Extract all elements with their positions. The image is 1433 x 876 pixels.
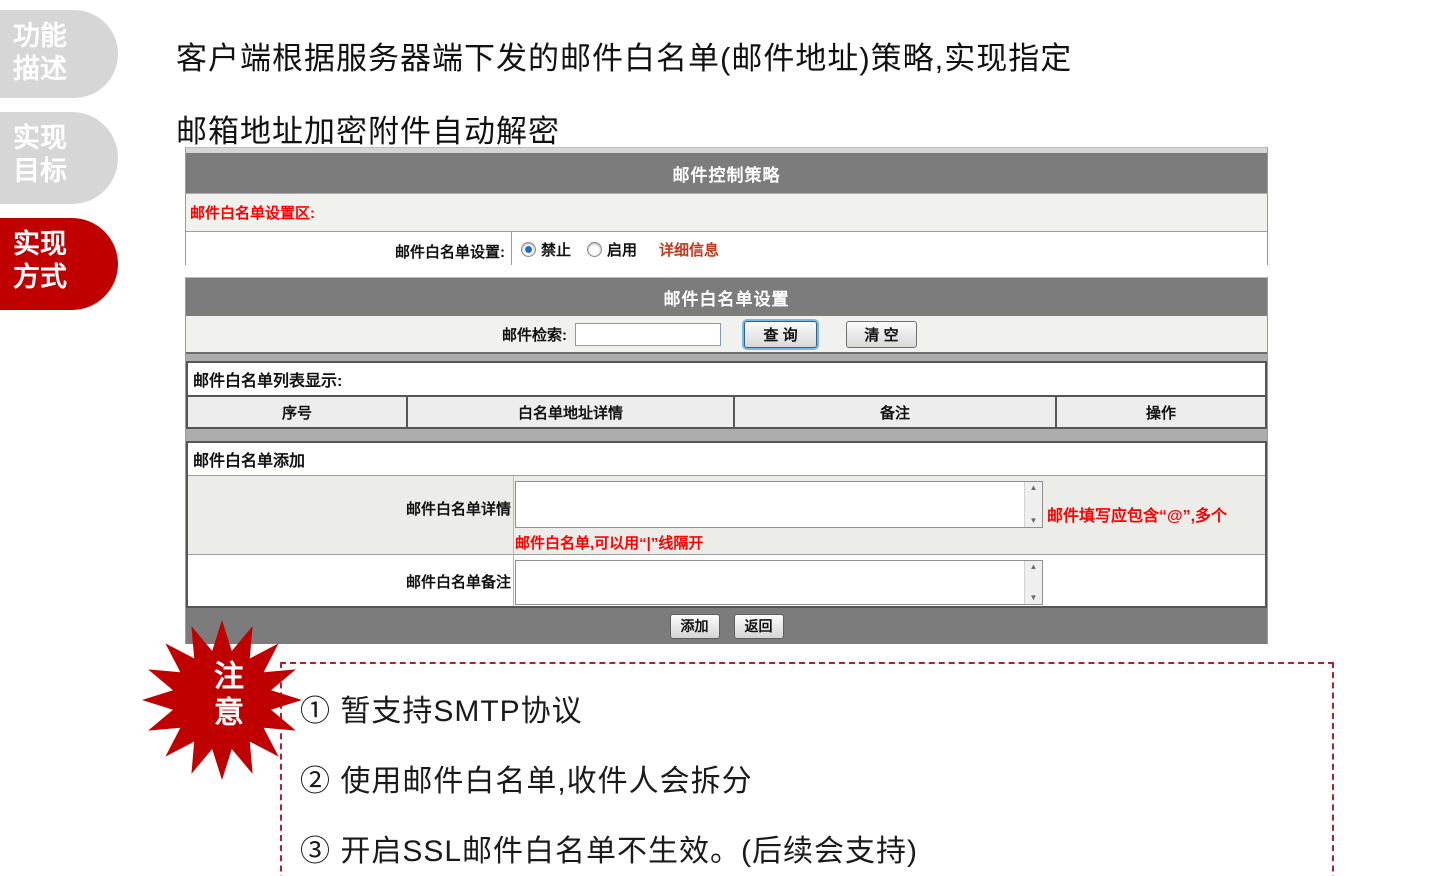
whitelist-setting-value: 禁止 启用 详细信息	[512, 232, 1267, 265]
whitelist-detail-label: 邮件白名单详情	[188, 476, 514, 554]
notice-item-3: ③ 开启SSL邮件白名单不生效。(后续会支持)	[300, 826, 1332, 870]
scroll-down-icon[interactable]: ▼	[1030, 517, 1038, 525]
whitelist-remark-row: 邮件白名单备注 ▲ ▼	[188, 554, 1265, 606]
enable-radio-label: 启用	[607, 239, 637, 260]
form-action-bar: 添加 返回	[186, 608, 1267, 644]
textarea-scrollbar[interactable]: ▲ ▼	[1024, 561, 1042, 604]
whitelist-detail-textarea[interactable]: ▲ ▼	[515, 481, 1043, 528]
mail-control-policy-panel: 邮件控制策略 邮件白名单设置区: 邮件白名单设置: 禁止 启用 详细信息	[185, 147, 1268, 265]
column-header-action: 操作	[1057, 397, 1265, 427]
notice-item-2: ② 使用邮件白名单,收件人会拆分	[300, 756, 1332, 800]
whitelist-add-title: 邮件白名单添加	[188, 443, 1265, 476]
whitelist-remark-value: ▲ ▼	[514, 555, 1265, 606]
disable-radio[interactable]	[521, 242, 536, 257]
sidebar-item-label: 实现方式	[13, 228, 73, 294]
enable-radio[interactable]	[587, 242, 602, 257]
mail-control-policy-header: 邮件控制策略	[186, 153, 1267, 193]
whitelist-table-header: 序号 白名单地址详情 备注 操作	[188, 395, 1265, 427]
sidebar-item-goal[interactable]: 实现目标	[0, 112, 118, 204]
section-divider	[186, 354, 1267, 361]
whitelist-add-section: 邮件白名单添加 邮件白名单详情 ▲ ▼ 邮件白名单,可以用“|”线隔开 邮件填写…	[186, 441, 1267, 608]
sidebar-item-implementation[interactable]: 实现方式	[0, 218, 118, 310]
section-divider	[186, 429, 1267, 441]
whitelist-zone-label: 邮件白名单设置区:	[186, 193, 1267, 231]
sidebar-item-label: 功能描述	[13, 20, 73, 86]
whitelist-remark-textarea[interactable]: ▲ ▼	[515, 560, 1043, 605]
column-header-index: 序号	[188, 397, 408, 427]
whitelist-remark-label: 邮件白名单备注	[188, 555, 514, 606]
scroll-up-icon[interactable]: ▲	[1030, 563, 1038, 571]
column-header-remark: 备注	[735, 397, 1057, 427]
disable-radio-label: 禁止	[541, 239, 571, 260]
sidebar-item-label: 实现目标	[13, 122, 73, 188]
scroll-down-icon[interactable]: ▼	[1030, 594, 1038, 602]
clear-button[interactable]: 清 空	[846, 321, 917, 348]
whitelist-detail-hint: 邮件白名单,可以用“|”线隔开	[515, 532, 1265, 553]
sidebar-item-feature-description[interactable]: 功能描述	[0, 10, 118, 98]
query-button[interactable]: 查 询	[744, 321, 817, 348]
scroll-up-icon[interactable]: ▲	[1030, 484, 1038, 492]
whitelist-detail-note: 邮件填写应包含“@”,多个	[1047, 502, 1227, 526]
mail-search-input[interactable]	[575, 323, 721, 346]
mail-search-row: 邮件检索: 查 询 清 空	[186, 316, 1267, 354]
panel-gap	[185, 265, 1268, 277]
detail-info-link[interactable]: 详细信息	[659, 239, 719, 260]
back-button[interactable]: 返回	[734, 614, 784, 639]
textarea-scrollbar[interactable]: ▲ ▼	[1024, 482, 1042, 527]
slide-page: 功能描述 实现目标 实现方式 客户端根据服务器端下发的邮件白名单(邮件地址)策略…	[0, 0, 1433, 876]
page-title-line1: 客户端根据服务器端下发的邮件白名单(邮件地址)策略,实现指定	[176, 33, 1072, 78]
mail-whitelist-panel: 邮件白名单设置 邮件检索: 查 询 清 空 邮件白名单列表显示: 序号 白名单地…	[185, 277, 1268, 644]
whitelist-list-title: 邮件白名单列表显示:	[188, 363, 1265, 395]
whitelist-list-section: 邮件白名单列表显示: 序号 白名单地址详情 备注 操作	[186, 361, 1267, 429]
mail-search-label: 邮件检索:	[502, 324, 567, 345]
notice-badge-label: 注意	[203, 660, 247, 732]
mail-whitelist-header: 邮件白名单设置	[186, 278, 1267, 316]
add-button[interactable]: 添加	[670, 614, 720, 639]
whitelist-detail-row: 邮件白名单详情 ▲ ▼ 邮件白名单,可以用“|”线隔开 邮件填写应包含“@”,多…	[188, 476, 1265, 554]
column-header-address: 白名单地址详情	[408, 397, 735, 427]
mail-policy-form: 邮件控制策略 邮件白名单设置区: 邮件白名单设置: 禁止 启用 详细信息 邮件白…	[185, 147, 1268, 644]
notice-box: ① 暂支持SMTP协议 ② 使用邮件白名单,收件人会拆分 ③ 开启SSL邮件白名…	[280, 662, 1334, 876]
notice-item-1: ① 暂支持SMTP协议	[300, 686, 1332, 730]
page-title-line2: 邮箱地址加密附件自动解密	[176, 106, 560, 151]
whitelist-setting-row: 邮件白名单设置: 禁止 启用 详细信息	[186, 231, 1267, 265]
whitelist-setting-label: 邮件白名单设置:	[186, 232, 512, 265]
